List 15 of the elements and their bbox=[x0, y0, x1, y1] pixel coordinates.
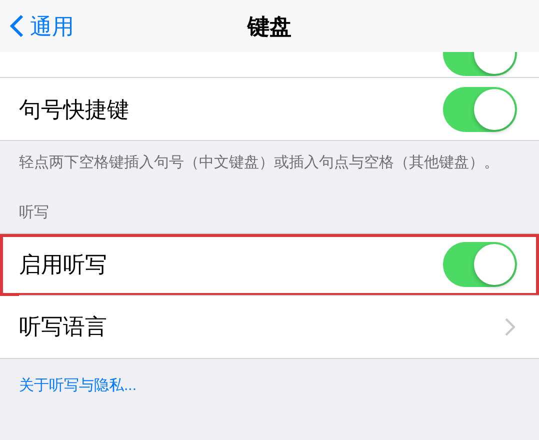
row-label: 听写语言 bbox=[19, 313, 108, 341]
toggle-switch[interactable] bbox=[443, 86, 517, 132]
chevron-icon bbox=[505, 318, 515, 336]
privacy-link[interactable]: 关于听写与隐私... bbox=[0, 374, 156, 397]
row-label: 句号快捷键 bbox=[19, 96, 130, 124]
toggle-switch[interactable] bbox=[443, 242, 517, 287]
row-label: 启用听写 bbox=[19, 251, 108, 279]
back-chevron-icon bbox=[10, 14, 24, 38]
settings-row[interactable]: 听写语言 bbox=[0, 296, 539, 358]
window-title: 键盘 bbox=[248, 12, 292, 40]
footer-note: 轻点两下空格键插入句号（中文键盘）或插入句点与空格（其他键盘）。 bbox=[0, 140, 539, 174]
settings-row[interactable]: 句号快捷键 bbox=[0, 78, 539, 140]
back-button[interactable]: 通用 bbox=[0, 10, 74, 42]
settings-row[interactable]: 启用听写 bbox=[0, 234, 539, 296]
section-header: 听写 bbox=[18, 203, 50, 223]
